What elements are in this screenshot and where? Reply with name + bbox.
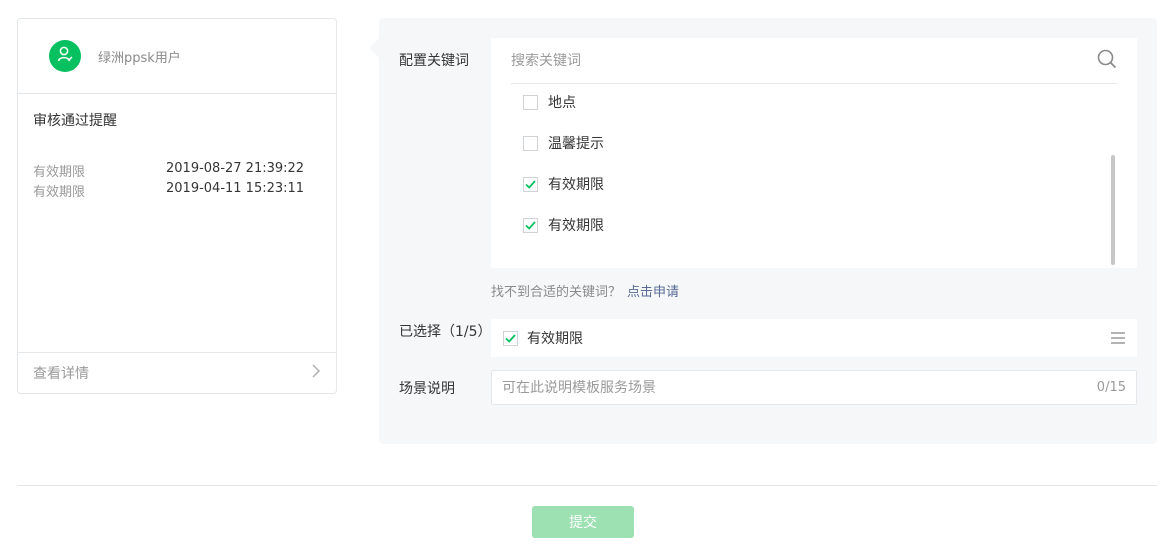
checkbox[interactable] [523, 135, 538, 151]
keyword-option-label: 温馨提示 [548, 136, 604, 152]
search-icon[interactable] [1097, 49, 1117, 73]
keywords-label: 配置关键词 [399, 53, 469, 69]
keyword-search-input[interactable] [511, 52, 1097, 69]
selected-keywords: 有效期限 [491, 319, 1137, 357]
template-title: 审核通过提醒 [33, 113, 117, 129]
keyword-option-label: 地点 [548, 95, 576, 111]
avatar [49, 40, 81, 72]
field-row: 有效期限 2019-08-27 21:39:22 [33, 161, 304, 180]
keyword-selector: 地点 温馨提示 有效期限 有效期限 [491, 38, 1137, 268]
view-details-label: 查看详情 [33, 366, 89, 382]
checkbox-checked[interactable] [523, 176, 538, 192]
checkbox-checked[interactable] [503, 330, 518, 346]
scene-description: 0/15 [491, 370, 1137, 405]
drag-handle-icon[interactable] [1111, 332, 1125, 348]
keyword-option-label: 有效期限 [548, 218, 604, 234]
checkbox-checked[interactable] [523, 217, 538, 233]
view-details-link[interactable]: 查看详情 [18, 352, 336, 393]
keyword-config-panel: 配置关键词 地点 温馨提示 [379, 18, 1157, 444]
keyword-hint: 找不到合适的关键词？ 点击申请 [491, 281, 679, 300]
field-value: 2019-08-27 21:39:22 [166, 161, 305, 176]
selected-keyword-label: 有效期限 [527, 331, 583, 347]
user-icon [56, 45, 74, 67]
keyword-option[interactable]: 有效期限 [523, 174, 604, 194]
account-name: 绿洲ppsk用户 [98, 50, 181, 66]
keyword-option[interactable]: 温馨提示 [523, 133, 604, 153]
card-header: 绿洲ppsk用户 [18, 19, 336, 94]
field-value: 2019-04-11 15:23:11 [166, 181, 305, 196]
selected-label: 已选择（1/5） [399, 324, 492, 340]
keyword-option[interactable]: 有效期限 [523, 215, 604, 235]
submit-button[interactable]: 提交 [532, 506, 634, 538]
hint-text: 找不到合适的关键词？ [491, 285, 622, 300]
scene-description-input[interactable] [502, 379, 1097, 396]
char-counter: 0/15 [1096, 380, 1126, 395]
keyword-option-label: 有效期限 [548, 177, 604, 193]
keyword-option[interactable]: 地点 [523, 92, 576, 112]
checkbox[interactable] [523, 94, 538, 110]
divider [17, 485, 1157, 486]
keyword-list-scrollbar[interactable] [1111, 155, 1115, 265]
template-preview-card: 绿洲ppsk用户 审核通过提醒 有效期限 2019-08-27 21:39:22… [17, 18, 337, 394]
field-key: 有效期限 [33, 165, 86, 180]
checkmark-icon [525, 220, 536, 230]
scene-label: 场景说明 [399, 381, 455, 397]
field-row: 有效期限 2019-04-11 15:23:11 [33, 181, 304, 200]
keyword-search [511, 38, 1117, 84]
checkmark-icon [505, 333, 516, 343]
checkmark-icon [525, 179, 536, 189]
panel-pointer [369, 38, 379, 58]
field-key: 有效期限 [33, 185, 86, 200]
apply-keyword-link[interactable]: 点击申请 [627, 285, 679, 300]
chevron-right-icon [311, 363, 321, 383]
